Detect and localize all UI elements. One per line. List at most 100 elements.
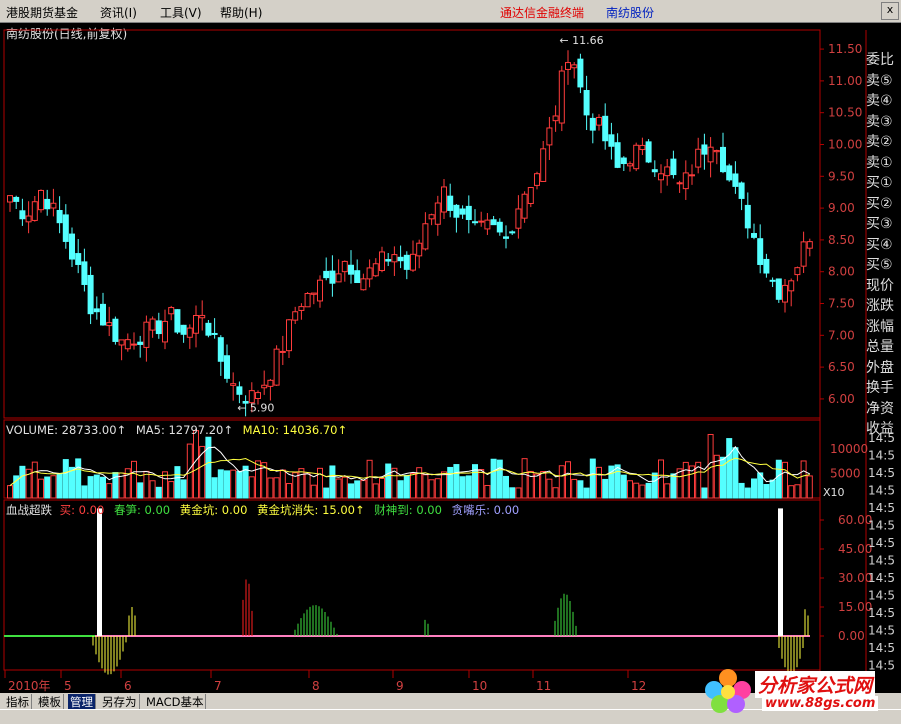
candle-body — [682, 172, 689, 190]
candle-body — [546, 127, 553, 146]
candle-body — [100, 303, 106, 326]
candle-body — [651, 169, 658, 173]
volume-bar — [366, 459, 373, 499]
tab-indicator[interactable]: 指标 — [4, 694, 32, 710]
candle-body — [571, 64, 578, 69]
volume-bar — [589, 458, 596, 499]
panel-frame-2 — [3, 499, 821, 671]
candle-body — [31, 201, 38, 221]
candle-body — [478, 220, 485, 223]
stock-chart[interactable]: 11.50 11.00 10.50 10.00 9.50 9.00 8.50 8.00 7.50… — [0, 22, 901, 693]
candle-body — [329, 270, 336, 284]
flower-logo-icon — [705, 669, 751, 713]
menu-item-tools[interactable]: 工具(V) — [160, 4, 202, 21]
menu-bar: 港股期货基金 资讯(I) 工具(V) 帮助(H) 通达信金融终端 南纺股份 x — [0, 0, 901, 23]
volume-bar — [565, 461, 571, 499]
price-tick-label: 10.00 — [828, 137, 862, 151]
menu-item-help[interactable]: 帮助(H) — [220, 4, 262, 21]
candle-body — [106, 322, 113, 327]
side-time-label: 14:5 — [868, 519, 895, 533]
tab-template[interactable]: 模板 — [36, 694, 64, 710]
candle-body — [695, 148, 702, 168]
candle-body — [403, 254, 410, 270]
tab-macd-basic[interactable]: MACD基本 — [144, 694, 207, 710]
candle-body — [422, 223, 429, 250]
price-tick-label: 8.00 — [828, 265, 855, 279]
menu-item-news[interactable]: 资讯(I) — [100, 4, 137, 21]
volume-bar — [503, 475, 509, 499]
volume-bar — [583, 487, 590, 499]
volume-bar — [627, 480, 633, 499]
candle-body — [434, 202, 441, 225]
candle-body — [124, 339, 131, 350]
candle-body — [81, 261, 88, 285]
volume-bar — [205, 436, 212, 499]
volume-bar — [298, 468, 305, 499]
candle-body — [806, 241, 813, 249]
volume-bar — [596, 466, 602, 499]
candle-body — [186, 327, 193, 338]
volume-bar — [496, 459, 503, 499]
candle-body — [713, 150, 720, 153]
candle-body — [267, 379, 274, 387]
quote-label: 外盘 — [866, 359, 894, 376]
candle-body — [25, 215, 32, 223]
volume-bar — [769, 479, 776, 499]
side-time-label: 14:5 — [868, 449, 895, 463]
candle-body — [589, 117, 596, 131]
candle-body — [286, 319, 292, 352]
volume-bar — [707, 433, 714, 499]
volume-bar — [552, 487, 559, 499]
candle-body — [87, 274, 94, 315]
volume-bar — [571, 478, 578, 499]
candle-body — [298, 306, 305, 311]
candle-body — [465, 205, 472, 220]
price-tick-label: 6.50 — [828, 360, 855, 374]
indicator-name: 血战超跌 — [6, 503, 52, 517]
volume-bar — [348, 483, 354, 499]
app-brand: 通达信金融终端 — [500, 6, 585, 20]
time-tick-label: 5 — [64, 679, 72, 693]
menu-item-hk-futures[interactable]: 港股期货基金 — [6, 4, 78, 21]
golden-pit-dip — [92, 636, 127, 675]
indicator-tick-label: 0.00 — [838, 629, 865, 643]
candle-body — [168, 307, 175, 315]
volume-bar — [633, 482, 640, 499]
candle-body — [354, 270, 361, 284]
candle-body — [410, 253, 416, 271]
candle-body — [751, 233, 757, 238]
side-time-label: 14:5 — [868, 589, 895, 603]
time-tick-label: 12 — [631, 679, 646, 693]
volume-tick-label: 10000 — [830, 442, 868, 456]
volume-bar — [794, 484, 801, 499]
candle-body — [608, 134, 615, 147]
candle-body — [93, 308, 100, 313]
candle-body — [137, 341, 144, 345]
time-tick-label: 7 — [214, 679, 222, 693]
tab-manage[interactable]: 管理 — [68, 694, 96, 710]
side-time-label: 14:5 — [868, 606, 895, 620]
candle-body — [44, 198, 51, 210]
candle-body — [279, 350, 286, 353]
volume-bar — [465, 475, 472, 499]
candle-body — [738, 182, 745, 199]
candle-body — [676, 182, 683, 185]
indicator-buy: 买: 0.00 — [59, 503, 105, 517]
volume-bar — [137, 482, 144, 499]
volume-legend: VOLUME: 28733.00↑ MA5: 12797.20↑ MA10: 1… — [6, 423, 347, 437]
candle-body — [69, 233, 75, 260]
candle-body — [38, 189, 44, 211]
tab-save-as[interactable]: 另存为 — [100, 694, 140, 710]
candle-body — [236, 386, 243, 395]
candle-body — [763, 258, 770, 274]
volume-bar — [372, 483, 379, 499]
volume-ma5: MA5: 12797.20↑ — [135, 423, 234, 437]
volume-bar — [385, 463, 392, 499]
volume-bar — [149, 480, 156, 499]
candle-body — [602, 115, 609, 142]
watermark: 分析家公式网 www.88gs.com — [700, 664, 901, 716]
volume-bar — [100, 476, 106, 499]
close-icon[interactable]: x — [881, 2, 899, 20]
candle-body — [75, 253, 82, 265]
candle-body — [174, 309, 181, 333]
